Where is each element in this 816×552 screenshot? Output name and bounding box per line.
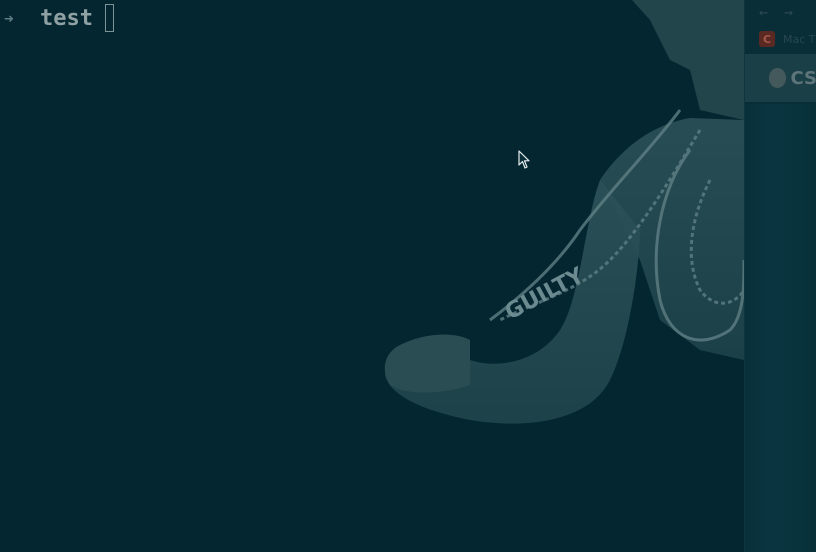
browser-nav-bar: ← →	[745, 0, 816, 24]
prompt-line[interactable]: ➜ test	[4, 2, 114, 34]
wallpaper-image: GUILTY	[384, 0, 746, 424]
command-text: test	[40, 5, 93, 31]
page-header: CS	[745, 54, 816, 102]
background-browser-window[interactable]: ← → C Mac T CS	[744, 0, 816, 552]
right-arrow-icon: ➜	[4, 8, 14, 28]
mouse-pointer-icon	[518, 150, 530, 169]
site-logo-icon	[769, 68, 787, 88]
terminal-window[interactable]: GUILTY ➜ test ← → C Mac T CS	[0, 0, 816, 552]
tab-label: Mac T	[783, 32, 816, 46]
browser-tab[interactable]: C Mac T	[745, 24, 816, 54]
page-header-label: CS	[790, 67, 816, 89]
text-cursor	[104, 4, 114, 32]
forward-arrow-icon[interactable]: →	[784, 3, 793, 21]
page-body	[745, 104, 816, 552]
back-arrow-icon[interactable]: ←	[759, 3, 768, 21]
tab-favicon-icon: C	[759, 31, 775, 47]
